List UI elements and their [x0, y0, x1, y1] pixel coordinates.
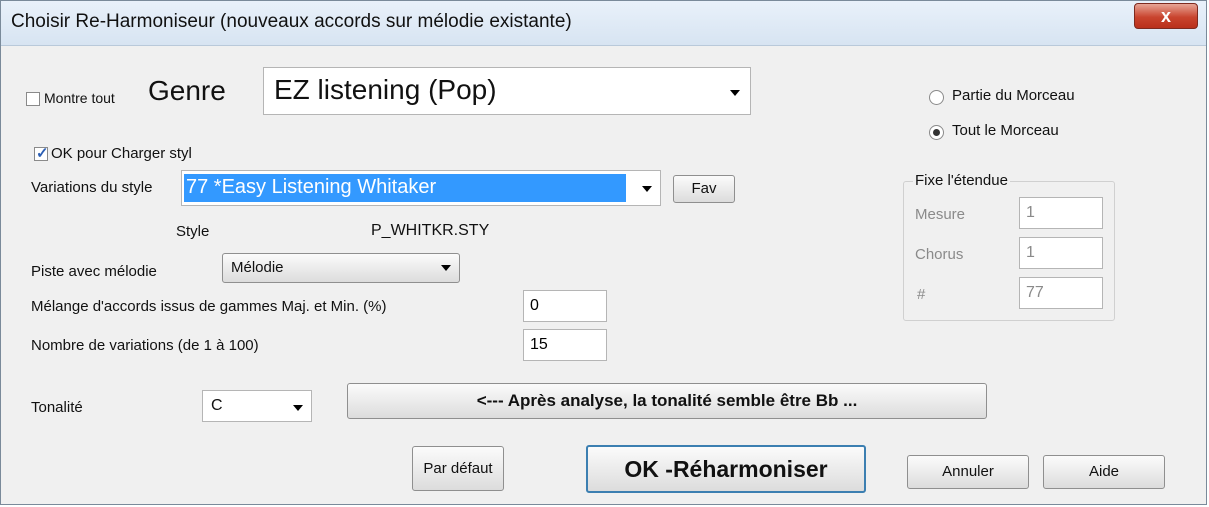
measure-label: Mesure	[915, 206, 966, 223]
chevron-down-icon	[441, 265, 451, 271]
load-style-checkbox[interactable]	[34, 144, 49, 162]
hash-field[interactable]: 77	[1019, 277, 1103, 309]
genre-value: EZ listening (Pop)	[274, 74, 497, 105]
title-bar: Choisir Re-Harmoniseur (nouveaux accords…	[1, 1, 1206, 46]
key-dropdown[interactable]: C	[202, 390, 312, 422]
show-all-label: Montre tout	[44, 90, 115, 106]
chorus-field[interactable]: 1	[1019, 237, 1103, 269]
part-radio[interactable]	[929, 90, 944, 105]
part-radio-label: Partie du Morceau	[952, 87, 1075, 104]
mix-field[interactable]: 0	[523, 290, 607, 322]
melody-track-value: Mélodie	[231, 259, 284, 276]
key-label: Tonalité	[31, 399, 83, 416]
melody-track-dropdown[interactable]: Mélodie	[222, 253, 460, 283]
ok-reharmonize-button[interactable]: OK -Réharmoniser	[586, 445, 866, 493]
load-style-label: OK pour Charger styl	[51, 145, 192, 162]
window-title: Choisir Re-Harmoniseur (nouveaux accords…	[11, 11, 572, 32]
whole-radio-label: Tout le Morceau	[952, 122, 1059, 139]
default-button[interactable]: Par défaut	[412, 446, 504, 491]
chevron-down-icon	[730, 90, 740, 96]
chevron-down-icon	[293, 405, 303, 411]
mix-label: Mélange d'accords issus de gammes Maj. e…	[31, 298, 387, 315]
key-analysis-button[interactable]: <--- Après analyse, la tonalité semble ê…	[347, 383, 987, 419]
cancel-button[interactable]: Annuler	[907, 455, 1029, 489]
hash-label: #	[917, 286, 926, 303]
fav-button[interactable]: Fav	[673, 175, 735, 203]
melody-track-label: Piste avec mélodie	[31, 263, 157, 280]
close-button[interactable]: x	[1134, 3, 1198, 29]
style-variations-dropdown[interactable]: 77 *Easy Listening Whitaker	[181, 170, 661, 206]
help-button[interactable]: Aide	[1043, 455, 1165, 489]
style-variations-value: 77 *Easy Listening Whitaker	[186, 176, 437, 198]
whole-radio[interactable]	[929, 125, 944, 140]
chorus-label: Chorus	[915, 246, 964, 263]
chevron-down-icon	[642, 186, 652, 192]
variations-count-label: Nombre de variations (de 1 à 100)	[31, 337, 259, 354]
variations-count-field[interactable]: 15	[523, 329, 607, 361]
reharmonizer-dialog: Choisir Re-Harmoniseur (nouveaux accords…	[0, 0, 1207, 505]
style-label: Style	[176, 223, 210, 240]
style-file: P_WHITKR.STY	[371, 222, 490, 239]
measure-field[interactable]: 1	[1019, 197, 1103, 229]
key-value: C	[211, 397, 223, 414]
extent-title: Fixe l'étendue	[913, 172, 1010, 189]
style-variations-label: Variations du style	[31, 179, 153, 196]
genre-dropdown[interactable]: EZ listening (Pop)	[263, 67, 751, 115]
show-all-checkbox[interactable]	[26, 92, 40, 106]
genre-label: Genre	[148, 75, 226, 106]
